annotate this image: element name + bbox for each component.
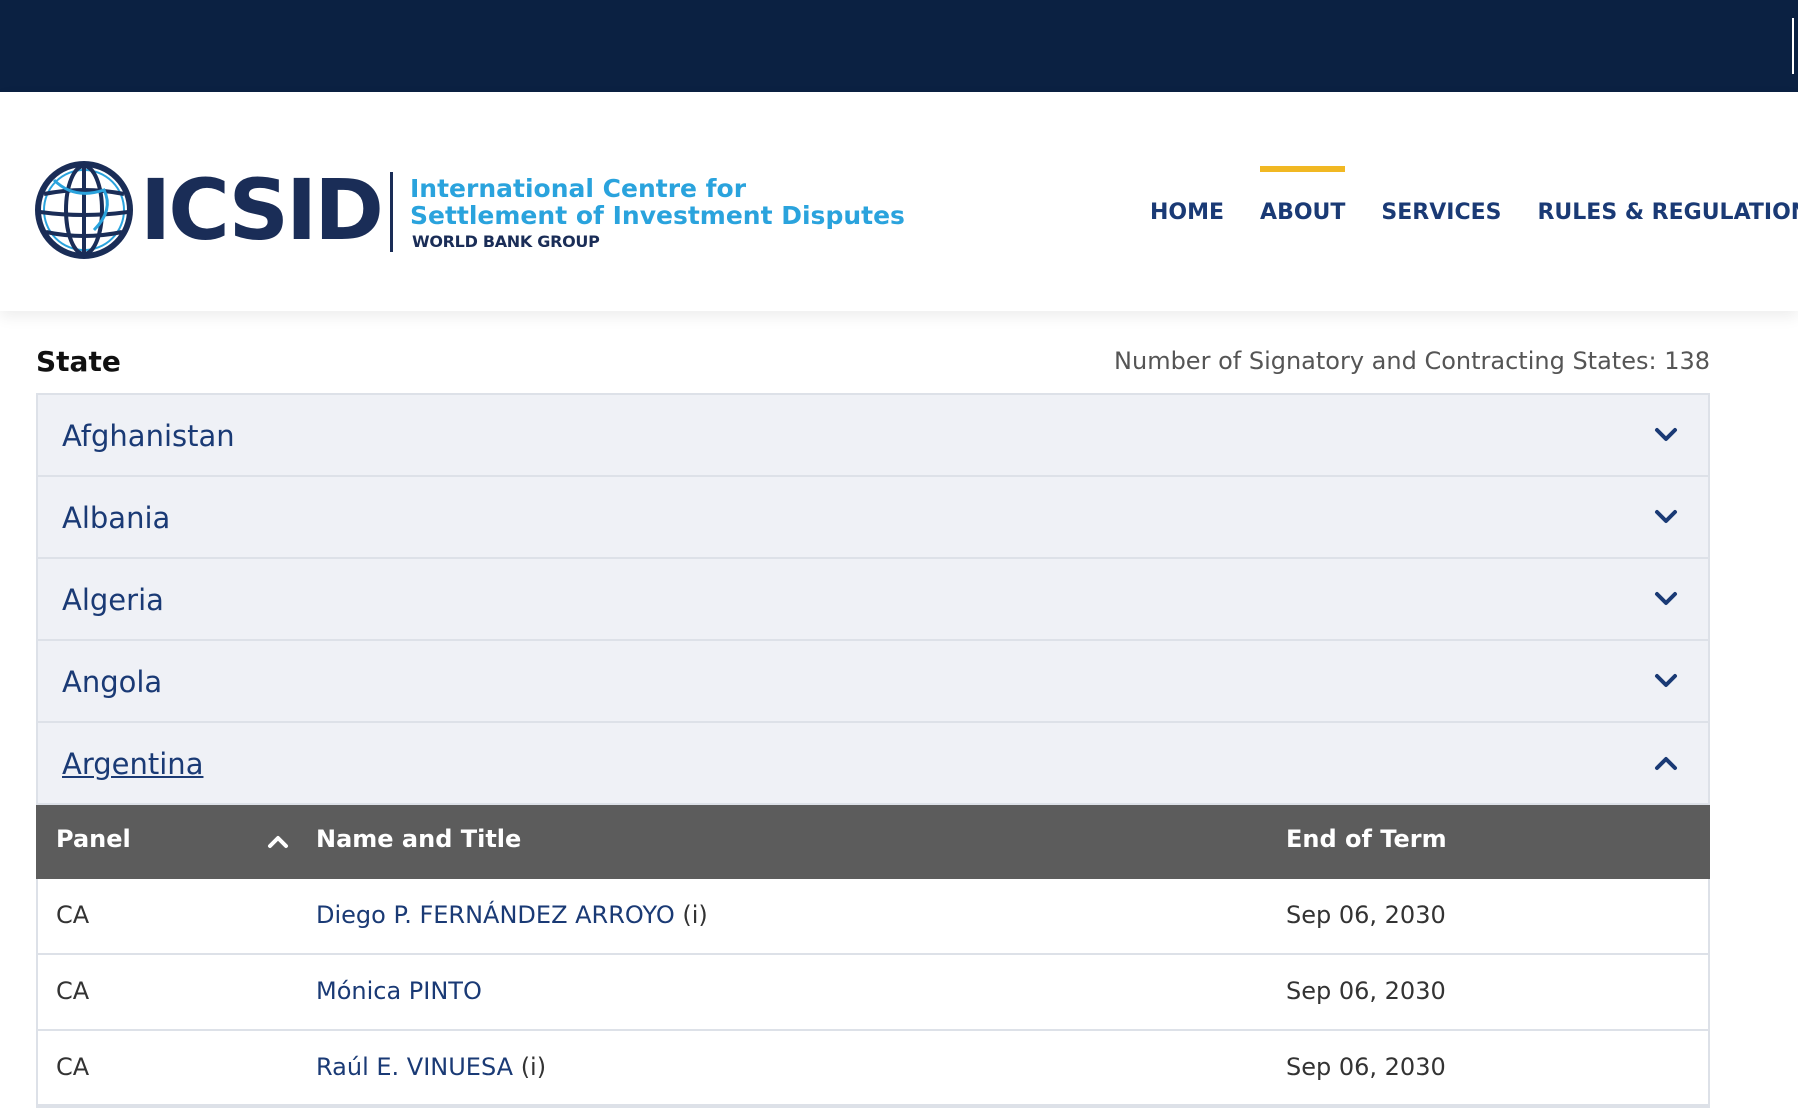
nav-home[interactable]: HOME xyxy=(1150,196,1224,236)
nav-about[interactable]: ABOUT xyxy=(1260,166,1346,236)
accordion-item-label: Angola xyxy=(62,665,163,699)
accordion-item-label: Algeria xyxy=(62,583,164,617)
chevron-down-icon[interactable] xyxy=(1652,423,1680,447)
cell-name-suffix: (i) xyxy=(674,901,708,929)
site-header: ICSID International Centre for Settlemen… xyxy=(0,92,1798,311)
panel-table-header: Panel Name and Title End of Term xyxy=(36,805,1710,879)
logo-line-3: WORLD BANK GROUP xyxy=(412,232,600,251)
arbitrator-link[interactable]: Diego P. FERNÁNDEZ ARROYO xyxy=(316,901,675,929)
cell-name: Mónica PINTO xyxy=(316,977,482,1005)
table-row: CA Raúl E. VINUESA (i) Sep 06, 2030 xyxy=(36,1031,1710,1107)
state-heading: State xyxy=(36,345,121,378)
cell-end-of-term: Sep 06, 2030 xyxy=(1286,1053,1446,1081)
nav-services[interactable]: SERVICES xyxy=(1381,196,1501,236)
cell-end-of-term: Sep 06, 2030 xyxy=(1286,901,1446,929)
top-bar xyxy=(0,0,1798,92)
logo-acronym: ICSID xyxy=(140,161,384,259)
states-section: State Number of Signatory and Contractin… xyxy=(36,311,1710,1107)
icsid-logo[interactable]: ICSID International Centre for Settlemen… xyxy=(34,160,914,270)
accordion-item-label: Albania xyxy=(62,501,171,535)
chevron-up-icon[interactable] xyxy=(1652,751,1680,775)
cell-panel: CA xyxy=(56,901,90,929)
accordion-item-argentina[interactable]: Argentina xyxy=(38,723,1708,805)
table-row: CA Diego P. FERNÁNDEZ ARROYO (i) Sep 06,… xyxy=(36,879,1710,955)
table-row: CA Mónica PINTO Sep 06, 2030 xyxy=(36,955,1710,1031)
chevron-down-icon[interactable] xyxy=(1652,669,1680,693)
arbitrator-link[interactable]: Raúl E. VINUESA xyxy=(316,1053,513,1081)
nav-rules-regulations[interactable]: RULES & REGULATIONS xyxy=(1537,196,1798,236)
arbitrator-link[interactable]: Mónica PINTO xyxy=(316,977,482,1005)
accordion-item-algeria[interactable]: Algeria xyxy=(38,559,1708,641)
cell-name-suffix: (i) xyxy=(513,1053,547,1081)
cell-name: Diego P. FERNÁNDEZ ARROYO (i) xyxy=(316,901,708,929)
cell-panel: CA xyxy=(56,1053,90,1081)
state-count: Number of Signatory and Contracting Stat… xyxy=(1114,347,1710,375)
states-header: State Number of Signatory and Contractin… xyxy=(36,311,1710,393)
top-bar-divider xyxy=(1792,18,1794,74)
table-bottom-edge xyxy=(36,1104,1710,1108)
accordion-item-label: Afghanistan xyxy=(62,419,235,453)
accordion-item-angola[interactable]: Angola xyxy=(38,641,1708,723)
cell-panel: CA xyxy=(56,977,90,1005)
accordion-item-albania[interactable]: Albania xyxy=(38,477,1708,559)
sort-chevron-up-icon[interactable] xyxy=(266,831,290,851)
logo-divider xyxy=(390,172,393,252)
cell-name: Raúl E. VINUESA (i) xyxy=(316,1053,546,1081)
accordion-item-label[interactable]: Argentina xyxy=(62,747,203,781)
chevron-down-icon[interactable] xyxy=(1652,587,1680,611)
logo-line-1: International Centre for xyxy=(410,174,747,203)
cell-end-of-term: Sep 06, 2030 xyxy=(1286,977,1446,1005)
logo-line-2: Settlement of Investment Disputes xyxy=(410,201,905,230)
globe-icon xyxy=(35,161,133,259)
chevron-down-icon[interactable] xyxy=(1652,505,1680,529)
column-header-end-of-term[interactable]: End of Term xyxy=(1286,825,1447,853)
main-nav: HOME ABOUT SERVICES RULES & REGULATIONS xyxy=(1150,166,1798,236)
column-header-name[interactable]: Name and Title xyxy=(316,825,521,853)
accordion-item-afghanistan[interactable]: Afghanistan xyxy=(38,395,1708,477)
states-accordion: Afghanistan Albania Algeria Angola Argen… xyxy=(36,393,1710,805)
column-header-panel[interactable]: Panel xyxy=(56,825,131,853)
